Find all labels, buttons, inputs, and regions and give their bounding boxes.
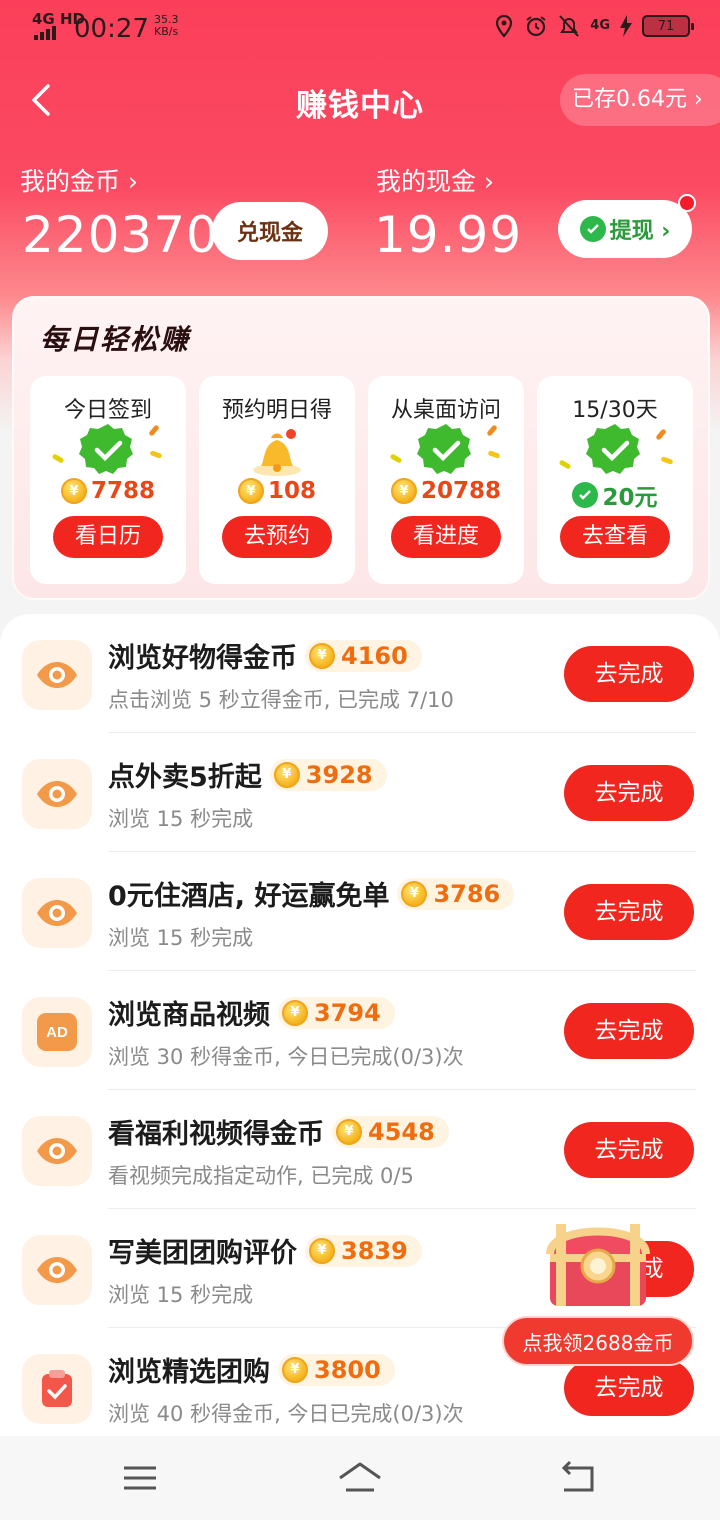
home-icon[interactable]	[336, 1456, 381, 1500]
coin-icon: ¥	[336, 1118, 362, 1145]
my-coins-link[interactable]: 我的金币 ›	[20, 162, 138, 198]
task-desc: 浏览 15 秒完成	[108, 926, 254, 950]
check-badge-icon	[586, 424, 640, 474]
daily-title: 每日轻松赚	[40, 323, 191, 356]
task-row: 点外卖5折起 ¥3928 浏览 15 秒完成 去完成	[0, 733, 720, 852]
menu-icon[interactable]	[118, 1456, 162, 1500]
task-points: ¥3786	[397, 877, 515, 910]
task-row: AD 浏览商品视频 ¥3794 浏览 30 秒得金币, 今日已完成(0/3)次 去…	[0, 971, 720, 1090]
view-streak-button[interactable]: 去查看	[560, 516, 670, 558]
signal-icon	[34, 26, 64, 40]
coin-icon: ¥	[282, 999, 308, 1026]
charging-icon	[620, 15, 632, 37]
eye-icon	[22, 1235, 92, 1305]
location-icon	[496, 14, 513, 38]
alarm-icon	[526, 16, 546, 37]
task-desc: 浏览 30 秒得金币, 今日已完成(0/3)次	[108, 1045, 464, 1069]
exchange-cash-button[interactable]: 兑现金	[212, 202, 328, 260]
task-points: ¥4548	[332, 1115, 449, 1148]
daily-card-reserve[interactable]: 预约明日得 ¥108 去预约	[199, 376, 355, 584]
network-speed: 35.3 KB/s	[154, 13, 179, 38]
coin-icon: ¥	[282, 1356, 308, 1383]
check-badge-icon	[79, 424, 133, 474]
treasure-chest-icon[interactable]	[542, 1210, 654, 1310]
task-desc: 浏览 15 秒完成	[108, 1283, 254, 1307]
task-complete-button[interactable]: 去完成	[564, 765, 694, 821]
wechat-icon	[579, 216, 606, 242]
mute-bell-icon	[559, 15, 580, 37]
view-calendar-button[interactable]: 看日历	[53, 516, 163, 558]
daily-card-signin[interactable]: 今日签到 ¥7788 看日历	[30, 376, 186, 584]
check-badge-icon	[417, 424, 471, 474]
task-complete-button[interactable]: 去完成	[564, 1122, 694, 1178]
task-name: 0元住酒店, 好运赢免单	[108, 881, 390, 912]
coins-value: 220370	[22, 206, 219, 264]
coin-icon: ¥	[237, 478, 264, 504]
wechat-icon	[572, 482, 599, 508]
status-bar: 4G HD 00:27 35.3 KB/s 4G 71	[0, 0, 720, 56]
task-complete-button[interactable]: 去完成	[564, 884, 694, 940]
eye-icon	[22, 878, 92, 948]
task-points: ¥4160	[305, 639, 422, 672]
daily-earn-panel: 每日轻松赚 今日签到 ¥7788 看日历 预约明日得 ¥108 去预约 从桌面访…	[12, 296, 710, 600]
view-progress-button[interactable]: 看进度	[391, 516, 501, 558]
coin-icon: ¥	[309, 1237, 335, 1264]
task-desc: 浏览 40 秒得金币, 今日已完成(0/3)次	[108, 1402, 464, 1426]
eye-icon	[22, 1116, 92, 1186]
eye-icon	[22, 640, 92, 710]
task-points: ¥3928	[269, 758, 387, 791]
reserve-button[interactable]: 去预约	[222, 516, 332, 558]
task-complete-button[interactable]: 去完成	[564, 1360, 694, 1416]
coin-icon: ¥	[309, 642, 335, 669]
task-desc: 看视频完成指定动作, 已完成 0/5	[108, 1164, 414, 1188]
my-cash-link[interactable]: 我的现金 ›	[376, 162, 494, 198]
claim-coins-button[interactable]: 点我领2688金币	[502, 1316, 694, 1366]
coin-icon: ¥	[401, 880, 428, 907]
task-complete-button[interactable]: 去完成	[564, 1003, 694, 1059]
network-type: 4G	[590, 18, 610, 33]
cash-value: 19.99	[374, 206, 523, 264]
task-row: 0元住酒店, 好运赢免单 ¥3786 浏览 15 秒完成 去完成	[0, 852, 720, 971]
eye-icon	[22, 759, 92, 829]
task-name: 浏览商品视频	[108, 1000, 270, 1031]
task-name: 浏览好物得金币	[108, 643, 297, 674]
daily-card-desktop[interactable]: 从桌面访问 ¥20788 看进度	[368, 376, 524, 584]
daily-card-streak[interactable]: 15/30天 20元 去查看	[537, 376, 693, 584]
task-name: 看福利视频得金币	[108, 1119, 324, 1150]
coin-icon: ¥	[60, 478, 87, 504]
withdraw-button[interactable]: 提现 ›	[558, 200, 692, 258]
task-complete-button[interactable]: 去完成	[564, 646, 694, 702]
notification-dot	[678, 194, 696, 212]
coin-icon: ¥	[273, 761, 300, 788]
task-name: 写美团团购评价	[108, 1238, 297, 1269]
task-points: ¥3794	[278, 996, 395, 1029]
ad-icon: AD	[22, 997, 92, 1067]
system-nav-bar	[0, 1436, 720, 1520]
battery-icon: 71	[642, 15, 694, 37]
task-desc: 点击浏览 5 秒立得金币, 已完成 7/10	[108, 688, 454, 712]
task-row: 看福利视频得金币 ¥4548 看视频完成指定动作, 已完成 0/5 去完成	[0, 1090, 720, 1209]
saved-amount-button[interactable]: 已存0.64元 ›	[560, 74, 720, 126]
clock: 00:27	[74, 14, 149, 44]
task-row: 浏览好物得金币 ¥4160 点击浏览 5 秒立得金币, 已完成 7/10 去完成	[0, 614, 720, 733]
clipboard-check-icon	[22, 1354, 92, 1424]
task-points: ¥3839	[305, 1234, 422, 1267]
task-desc: 浏览 15 秒完成	[108, 807, 254, 831]
bell-icon	[253, 429, 301, 476]
task-name: 点外卖5折起	[108, 762, 262, 793]
task-points: ¥3800	[278, 1353, 395, 1386]
task-name: 浏览精选团购	[108, 1357, 270, 1388]
back-nav-icon[interactable]	[556, 1456, 600, 1500]
coin-icon: ¥	[390, 478, 417, 504]
